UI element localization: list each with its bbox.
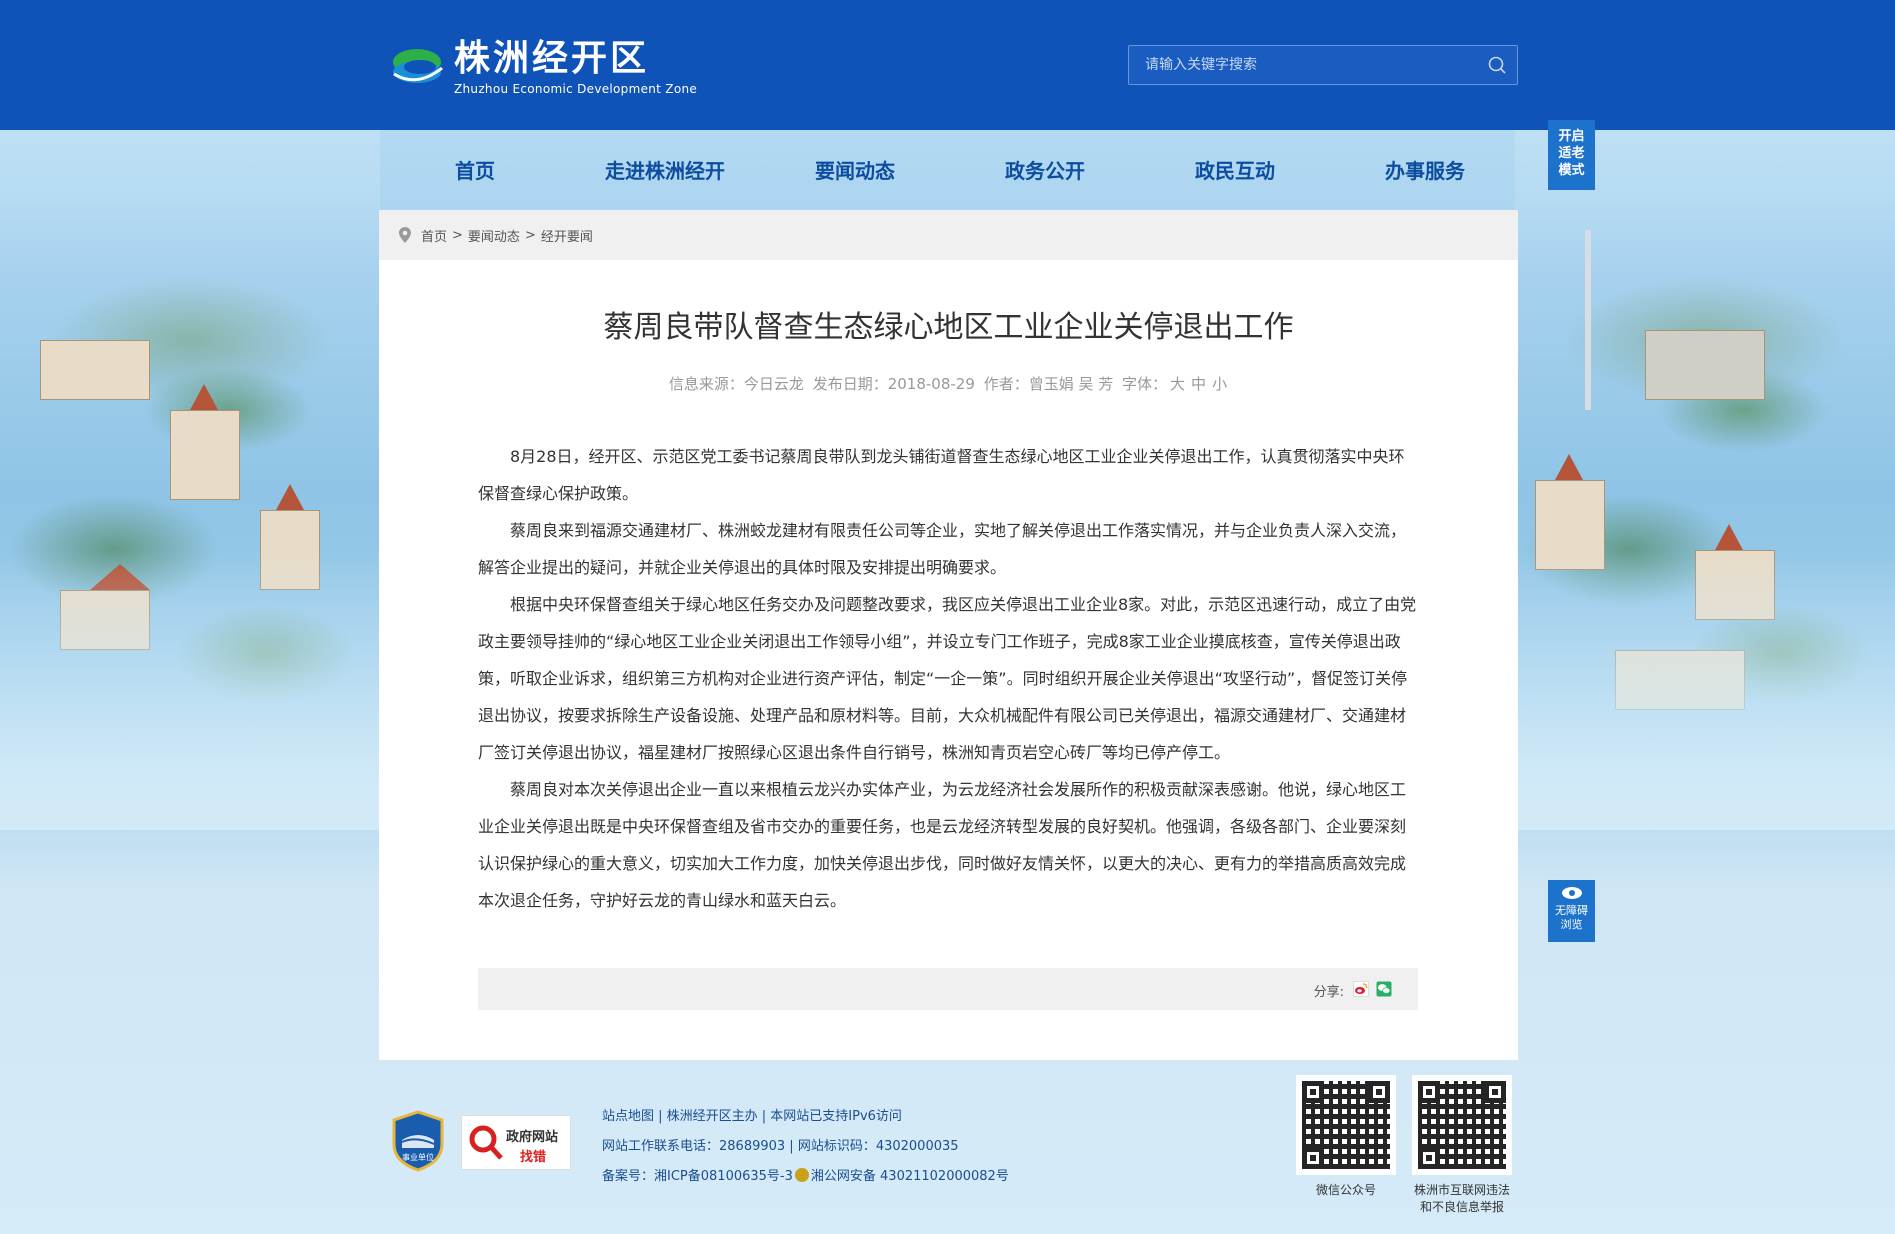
background-scenery-right [1515,130,1895,830]
font-size-large[interactable]: 大 [1170,375,1185,393]
main-nav: 首页 走进株洲经开 要闻动态 政务公开 政民互动 办事服务 [380,150,1520,192]
background-scenery-left [0,130,380,830]
article-body: 8月28日，经开区、示范区党工委书记蔡周良带队到龙头铺街道督查生态绿心地区工业企… [478,438,1418,919]
nav-home[interactable]: 首页 [380,150,570,192]
wechat-icon[interactable] [1376,981,1392,997]
icp-record[interactable]: 备案号：湘ICP备08100635号-3 [602,1169,793,1184]
nav-news[interactable]: 要闻动态 [760,150,950,192]
article-paragraph: 根据中央环保督查组关于绿心地区任务交办及问题整改要求，我区应关停退出工业企业8家… [478,595,1417,762]
elder-mode-label-1: 开启 [1558,129,1585,144]
article-paragraph: 8月28日，经开区、示范区党工委书记蔡周良带队到龙头铺街道督查生态绿心地区工业企… [478,447,1405,503]
report-qr-label: 株洲市互联网违法 和不良信息举报 [1400,1182,1524,1216]
nav-about[interactable]: 走进株洲经开 [570,150,760,192]
meta-source: 信息来源：今日云龙 [668,375,804,393]
meta-font-label: 字体： [1122,375,1168,393]
location-pin-icon [399,227,411,243]
eye-icon [1561,887,1582,899]
article-card: 首页 > 要闻动态 > 经开要闻 蔡周良带队督查生态绿心地区工业企业关停退出工作… [379,210,1518,1060]
gov-site-label: 政府网站 [506,1130,559,1145]
meta-author: 作者：曾玉娟 吴 芳 [983,375,1114,393]
elder-mode-label-3: 模式 [1558,163,1585,178]
site-logo[interactable]: 株洲经开区 Zhuzhou Economic Development Zone [388,38,697,96]
footer-links[interactable]: 站点地图 | 株洲经开区主办 | 本网站已支持IPv6访问 [602,1102,1009,1132]
nav-services[interactable]: 办事服务 [1330,150,1520,192]
search-input[interactable] [1129,46,1469,84]
gov-site-error-report-badge[interactable]: 政府网站 找错 [461,1115,571,1170]
font-size-medium[interactable]: 中 [1191,375,1206,393]
article-paragraph: 蔡周良对本次关停退出企业一直以来根植云龙兴办实体产业，为云龙经济社会发展所作的积… [478,780,1407,910]
site-header: 株洲经开区 Zhuzhou Economic Development Zone [0,0,1895,130]
wechat-qr-code [1296,1075,1396,1175]
breadcrumb: 首页 > 要闻动态 > 经开要闻 [379,210,1518,260]
font-size-small[interactable]: 小 [1212,375,1227,393]
breadcrumb-current[interactable]: 经开要闻 [541,226,593,245]
share-label: 分享: [1313,985,1344,1000]
breadcrumb-separator: > [452,227,463,243]
report-qr-label-2: 和不良信息举报 [1419,1200,1504,1214]
footer-info: 站点地图 | 株洲经开区主办 | 本网站已支持IPv6访问 网站工作联系电话：2… [602,1102,1009,1192]
meta-date: 发布日期：2018-08-29 [812,375,975,393]
article-meta: 信息来源：今日云龙 发布日期：2018-08-29 作者：曾玉娟 吴 芳 字体：… [379,373,1518,394]
police-badge-icon [794,1168,809,1182]
police-record[interactable]: 湘公网安备 43021102000082号 [811,1169,1009,1184]
weibo-icon[interactable] [1353,981,1369,997]
elder-mode-label-2: 适老 [1558,146,1585,161]
elder-mode-button[interactable]: 开启 适老 模式 [1548,120,1595,190]
share-bar: 分享: [478,968,1418,1010]
breadcrumb-news[interactable]: 要闻动态 [468,226,520,245]
footer-contact: 网站工作联系电话：28689903 | 网站标识码：4302000035 [602,1139,959,1154]
nav-interaction[interactable]: 政民互动 [1140,150,1330,192]
site-footer: 事业单位 政府网站 找错 站点地图 | 株洲经开区主办 | 本网站已支持IPv6… [0,1060,1895,1234]
accessibility-label-2: 浏览 [1560,918,1583,931]
logo-icon [388,38,446,96]
accessibility-label-1: 无障碍 [1555,904,1588,917]
public-institution-badge[interactable]: 事业单位 [390,1110,446,1172]
search-icon[interactable] [1487,55,1507,75]
badge-unit-label: 事业单位 [402,1152,434,1162]
search-box [1128,45,1518,85]
report-qr-label-1: 株洲市互联网违法 [1413,1183,1510,1197]
nav-gov-affairs[interactable]: 政务公开 [950,150,1140,192]
article-paragraph: 蔡周良来到福源交通建材厂、株洲蛟龙建材有限责任公司等企业，实地了解关停退出工作落… [478,521,1407,577]
breadcrumb-separator: > [524,227,536,243]
report-qr-code [1412,1075,1512,1175]
accessibility-button[interactable]: 无障碍 浏览 [1548,880,1595,942]
logo-title: 株洲经开区 [454,38,650,79]
wechat-qr-label: 微信公众号 [1315,1183,1376,1197]
logo-subtitle: Zhuzhou Economic Development Zone [454,82,698,96]
find-error-label: 找错 [520,1150,547,1165]
breadcrumb-home[interactable]: 首页 [421,226,447,245]
article-title: 蔡周良带队督查生态绿心地区工业企业关停退出工作 [603,310,1294,345]
magnifier-icon [469,1125,503,1160]
